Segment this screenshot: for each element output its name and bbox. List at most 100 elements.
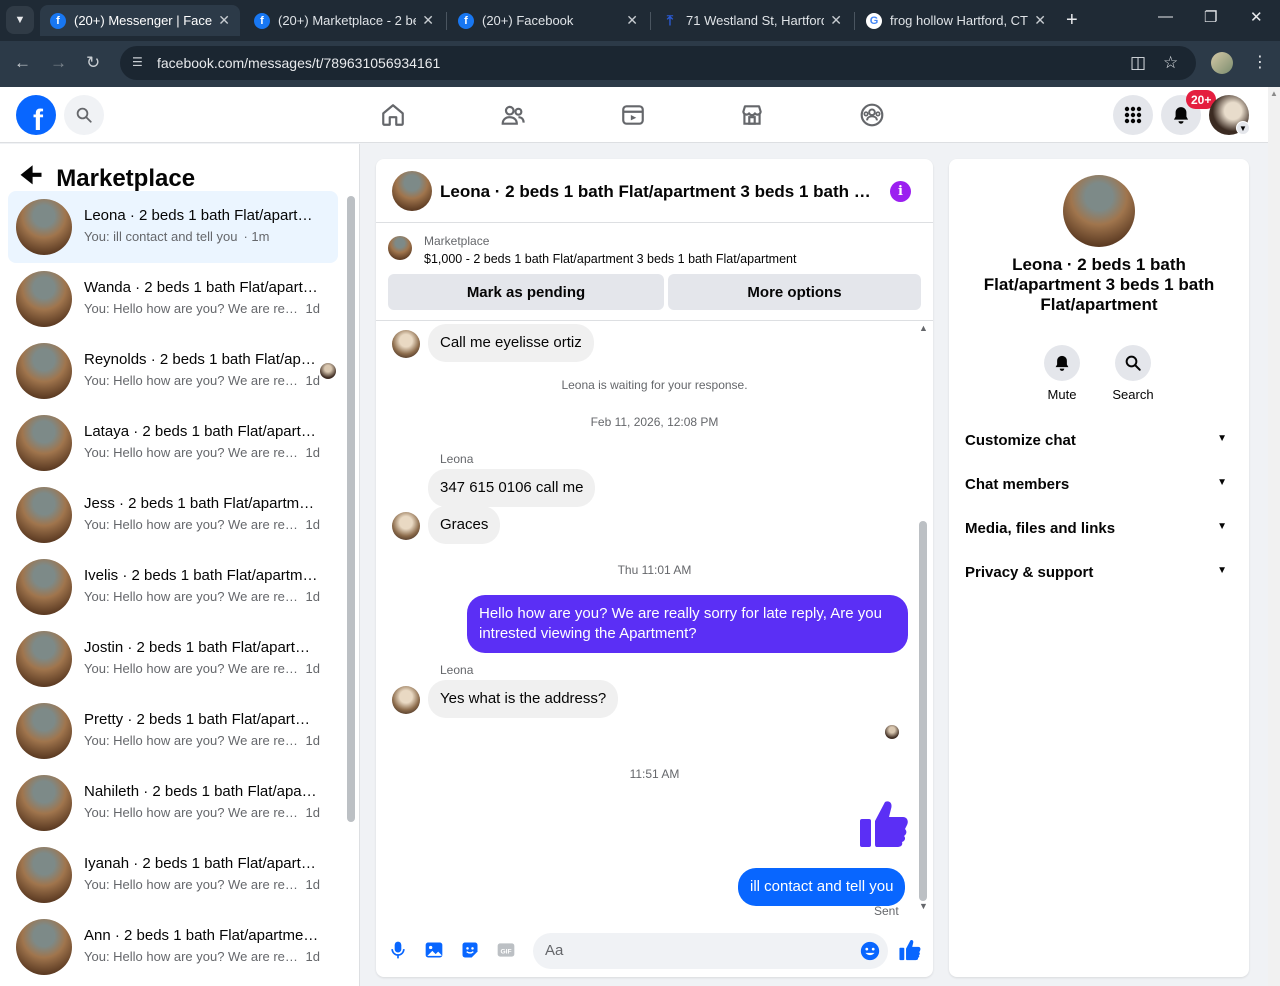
message-bubble[interactable]: 347 615 0106 call me [428,469,596,507]
conversation-item[interactable]: Reynolds · 2 beds 1 bath Flat/apartment … [8,335,338,407]
search-icon [1125,355,1141,371]
new-tab-button[interactable]: + [1066,9,1078,32]
message-input[interactable]: Aa [533,933,888,969]
conversation-item[interactable]: Jess · 2 beds 1 bath Flat/apartment 3 be… [8,479,338,551]
groups-nav-button[interactable] [858,101,886,129]
customize-chat-section[interactable]: Customize chat ▼ [957,419,1241,463]
message-bubble[interactable]: Graces [428,506,501,544]
close-icon[interactable]: ✕ [218,12,230,29]
conversation-item[interactable]: Pretty · 2 beds 1 bath Flat/apartment 3 … [8,695,338,767]
more-options-button[interactable]: More options [668,274,921,310]
emoji-icon[interactable] [859,940,881,962]
like-button[interactable] [899,939,921,961]
snippet-text: You: Hello how are you? We are really so… [84,661,300,676]
scroll-down-arrow-icon[interactable]: ▼ [919,901,928,911]
browser-tab-google[interactable]: G frog hollow Hartford, CT ✕ [856,5,1056,36]
forward-arrow-icon[interactable]: → [50,53,67,73]
conversation-avatar [16,559,72,615]
snippet-time: 1d [305,445,320,460]
conversation-item[interactable]: Ivelis · 2 beds 1 bath Flat/apartment 3 … [8,551,338,623]
facebook-logo-icon[interactable]: f [16,95,56,135]
browser-tab-messenger[interactable]: f (20+) Messenger | Facebook ✕ [40,5,240,36]
contact-avatar[interactable] [1063,175,1135,247]
conversation-name: Jess · 2 beds 1 bath Flat/apartment 3 be… [84,495,320,512]
conversation-snippet: You: Hello how are you? We are really so… [84,373,320,388]
snippet-text: You: Hello how are you? We are really so… [84,589,300,604]
conversation-name: Jostin · 2 beds 1 bath Flat/apartment 3 … [84,639,320,656]
marketplace-nav-button[interactable] [738,101,766,129]
conversation-item[interactable]: Jostin · 2 beds 1 bath Flat/apartment 3 … [8,623,338,695]
browser-tab-zillow[interactable]: ⤒ 71 Westland St, Hartford, ✕ [652,5,852,36]
microphone-icon[interactable] [387,939,409,961]
close-icon[interactable]: ✕ [1034,12,1046,29]
message-bubble[interactable]: Call me eyelisse ortiz [428,324,594,362]
conversation-item[interactable]: Lataya · 2 beds 1 bath Flat/apartment 3 … [8,407,338,479]
friends-nav-button[interactable] [499,101,527,129]
conversation-item[interactable]: Iyanah · 2 beds 1 bath Flat/apartment 3 … [8,839,338,911]
install-app-icon[interactable]: ◫ [1130,53,1146,73]
reload-icon[interactable]: ↻ [86,53,100,73]
privacy-support-section[interactable]: Privacy & support ▼ [957,551,1241,595]
message-bubble[interactable]: Yes what is the address? [428,680,619,718]
conversation-item[interactable]: Ann · 2 beds 1 bath Flat/apartment 3 bed… [8,911,338,983]
home-nav-button[interactable] [379,101,407,129]
minimize-icon[interactable]: — [1158,8,1173,25]
thumbs-up-icon[interactable] [859,799,909,849]
conversation-list: Leona · 2 beds 1 bath Flat/apartment 3 b… [8,191,338,983]
browser-tab-marketplace[interactable]: f (20+) Marketplace - 2 beds ✕ [244,5,444,36]
conversation-item[interactable]: Leona · 2 beds 1 bath Flat/apartment 3 b… [8,191,338,263]
timestamp-divider: Feb 11, 2026, 12:08 PM [590,415,719,429]
url-text[interactable]: facebook.com/messages/t/789631056934161 [157,55,440,71]
page-scrollbar[interactable] [1268,87,1280,986]
conversation-item[interactable]: Wanda · 2 beds 1 bath Flat/apartment 3 b… [8,263,338,335]
video-nav-button[interactable] [619,101,647,129]
info-icon[interactable]: i [890,181,911,202]
snippet-time: · 1m [243,229,270,244]
conversation-item[interactable]: Nahileth · 2 beds 1 bath Flat/apartment … [8,767,338,839]
gif-icon[interactable]: GIF [495,939,517,961]
sender-avatar[interactable] [392,686,420,714]
back-arrow-icon[interactable]: ← [14,53,31,73]
marketplace-listing-bar: Marketplace $1,000 - 2 beds 1 bath Flat/… [376,224,933,321]
conversation-sidebar: 🠈 Marketplace Leona · 2 beds 1 bath Flat… [0,144,360,986]
scroll-up-arrow-icon[interactable]: ▲ [1270,89,1278,98]
sticker-icon[interactable] [459,939,481,961]
sender-avatar[interactable] [392,512,420,540]
site-settings-icon[interactable]: ☰ [132,55,143,69]
menu-grid-button[interactable] [1113,95,1153,135]
browser-tab-facebook[interactable]: f (20+) Facebook ✕ [448,5,648,36]
chat-members-section[interactable]: Chat members ▼ [957,463,1241,507]
grid-menu-icon [1124,106,1142,124]
facebook-search-button[interactable] [64,95,104,135]
sidebar-scrollbar[interactable] [347,196,355,822]
chat-avatar[interactable] [392,171,432,211]
conversation-snippet: You: Hello how are you? We are really so… [84,517,320,532]
facebook-icon: f [458,12,474,29]
message-bubble-outgoing[interactable]: ill contact and tell you [738,868,906,906]
bookmark-star-icon[interactable]: ☆ [1163,53,1178,73]
search-in-conversation-button[interactable]: Search [1103,345,1163,402]
media-files-links-section[interactable]: Media, files and links ▼ [957,507,1241,551]
close-icon[interactable]: ✕ [422,12,434,29]
window-close-icon[interactable]: ✕ [1250,8,1263,26]
listing-title[interactable]: $1,000 - 2 beds 1 bath Flat/apartment 3 … [424,252,796,266]
mark-as-pending-button[interactable]: Mark as pending [388,274,664,310]
snippet-text: You: Hello how are you? We are really so… [84,877,300,892]
close-icon[interactable]: ✕ [830,12,842,29]
listing-thumbnail[interactable] [388,236,412,260]
mute-button[interactable]: Mute [1032,345,1092,402]
tab-search-button[interactable]: ▼ [6,6,34,34]
sender-avatar[interactable] [392,330,420,358]
message-bubble-outgoing[interactable]: Hello how are you? We are really sorry f… [467,595,908,653]
chevron-down-icon[interactable]: ▼ [1236,121,1250,135]
scroll-up-arrow-icon[interactable]: ▲ [919,323,928,333]
conversation-name: Wanda · 2 beds 1 bath Flat/apartment 3 b… [84,279,320,296]
restore-icon[interactable]: ❐ [1204,8,1217,26]
chat-title[interactable]: Leona · 2 beds 1 bath Flat/apartment 3 b… [440,182,880,202]
close-icon[interactable]: ✕ [626,12,638,29]
photo-icon[interactable] [423,939,445,961]
browser-menu-icon[interactable]: ⋮ [1252,52,1268,72]
chat-scrollbar[interactable] [919,521,927,901]
address-bar[interactable]: ☰ facebook.com/messages/t/78963105693416… [120,46,1196,80]
browser-profile-avatar[interactable] [1211,52,1233,74]
